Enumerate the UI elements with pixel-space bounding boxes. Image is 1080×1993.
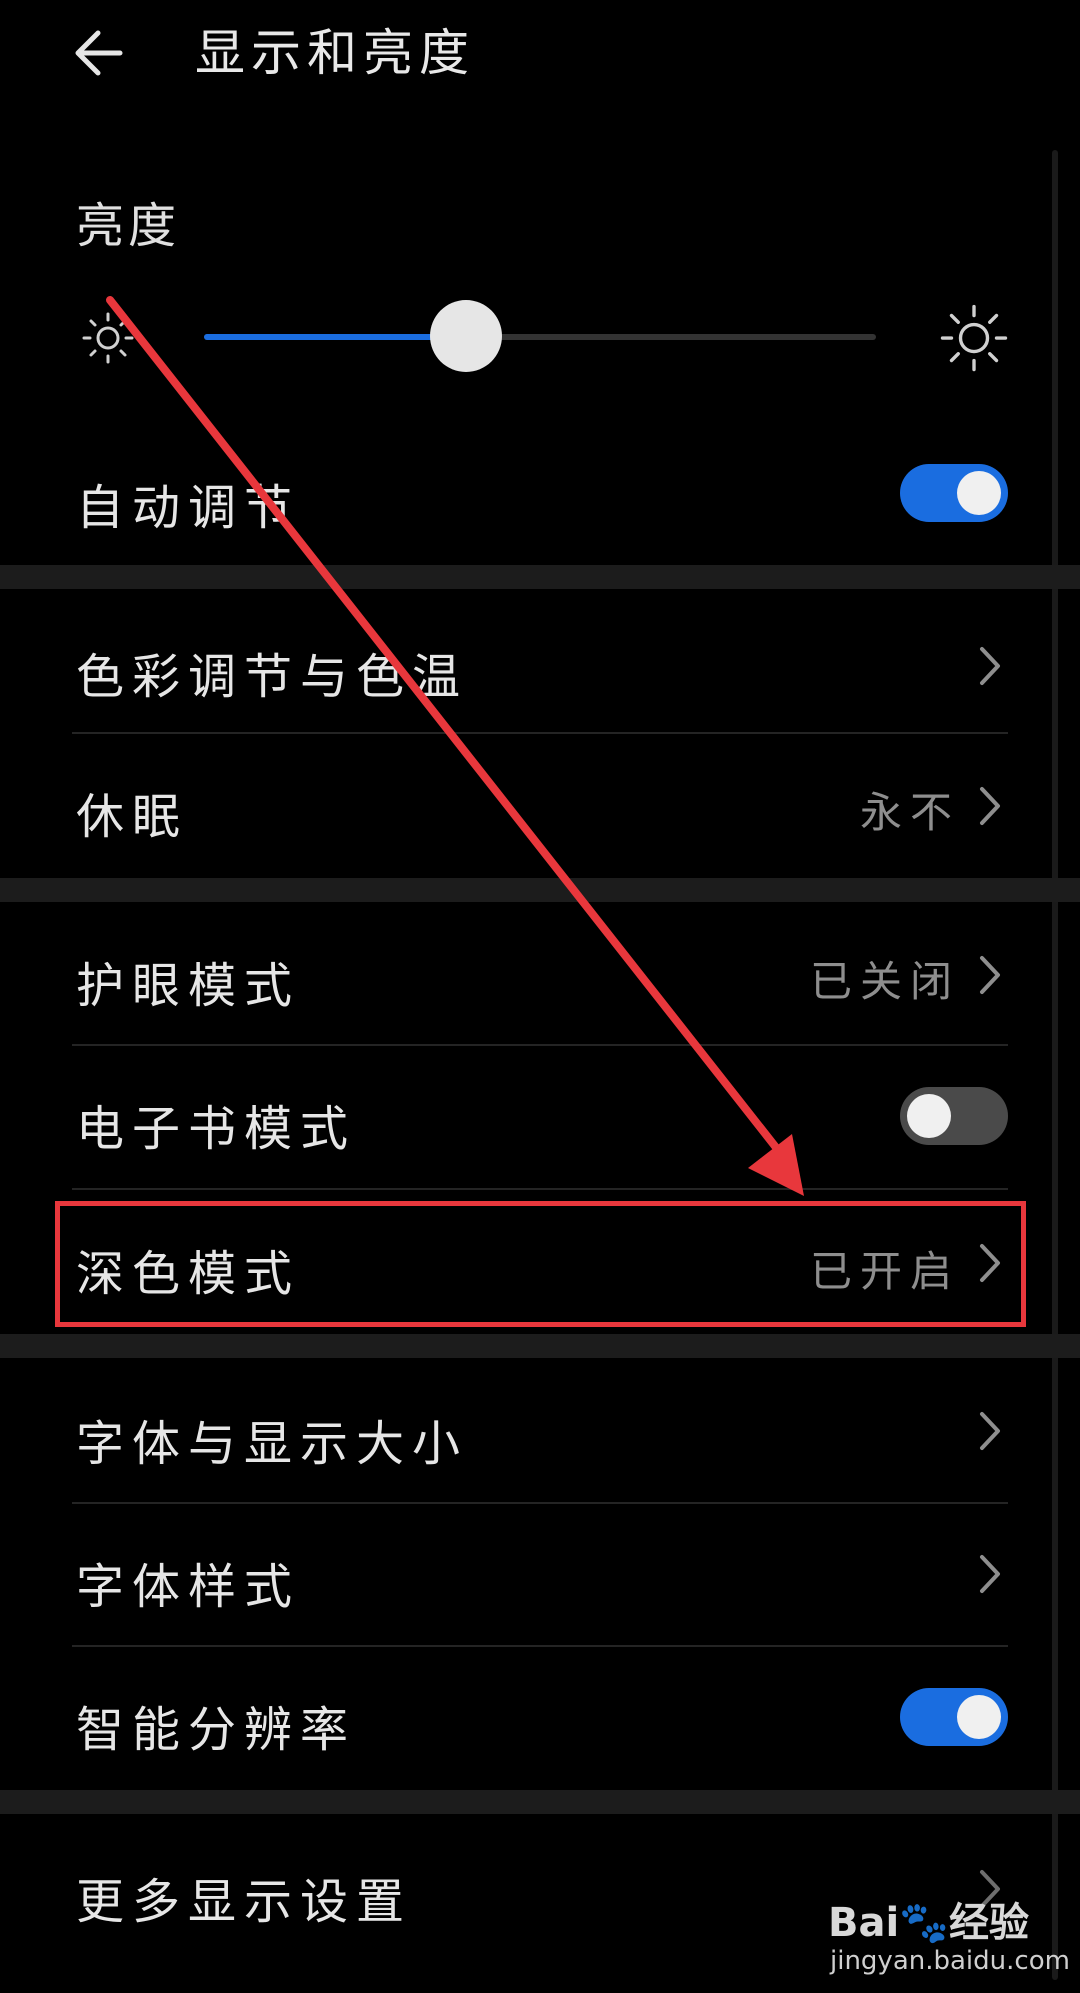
sleep-value: 永不 (859, 788, 960, 837)
auto-adjust-toggle[interactable] (900, 464, 1008, 522)
highlight-box (55, 1201, 1026, 1327)
back-arrow-icon[interactable] (70, 18, 140, 88)
smart-resolution-row[interactable]: 智能分辨率 (0, 1658, 1080, 1783)
auto-adjust-label: 自动调节 (76, 480, 301, 536)
toggle-knob (907, 1094, 951, 1138)
top-bar: 显示和亮度 (0, 0, 1080, 130)
ebook-row[interactable]: 电子书模式 (0, 1055, 1080, 1180)
section-gap (0, 565, 1080, 589)
divider (72, 732, 1008, 734)
watermark-logo: Bai🐾经验 (828, 1900, 1029, 1946)
chevron-right-icon (980, 956, 1000, 994)
section-gap (0, 1334, 1080, 1358)
divider (72, 1188, 1008, 1190)
divider (72, 1044, 1008, 1046)
more-display-label: 更多显示设置 (76, 1874, 413, 1930)
brightness-slider-fill (204, 334, 467, 340)
brightness-label: 亮度 (76, 198, 181, 254)
sleep-row[interactable]: 休眠 永不 (0, 745, 1080, 865)
chevron-right-icon (980, 1555, 1000, 1593)
chevron-right-icon (980, 647, 1000, 685)
sleep-label: 休眠 (76, 789, 189, 845)
eye-comfort-value: 已关闭 (809, 957, 960, 1006)
section-gap (0, 1790, 1080, 1814)
toggle-knob (957, 1695, 1001, 1739)
divider (72, 1645, 1008, 1647)
divider (72, 1502, 1008, 1504)
brightness-low-icon (82, 312, 134, 364)
color-temp-row[interactable]: 色彩调节与色温 (0, 605, 1080, 725)
eye-comfort-label: 护眼模式 (76, 958, 301, 1014)
eye-comfort-row[interactable]: 护眼模式 已关闭 (0, 912, 1080, 1032)
smart-resolution-toggle[interactable] (900, 1688, 1008, 1746)
font-size-row[interactable]: 字体与显示大小 (0, 1370, 1080, 1495)
section-gap (0, 878, 1080, 902)
font-size-label: 字体与显示大小 (76, 1416, 469, 1472)
ebook-label: 电子书模式 (76, 1101, 357, 1157)
ebook-toggle[interactable] (900, 1087, 1008, 1145)
font-style-row[interactable]: 字体样式 (0, 1515, 1080, 1640)
chevron-right-icon (980, 787, 1000, 825)
brightness-slider-thumb[interactable] (430, 300, 503, 372)
toggle-knob (957, 471, 1001, 515)
brightness-high-icon (940, 304, 1008, 372)
color-temp-label: 色彩调节与色温 (76, 649, 469, 705)
chevron-right-icon (980, 1412, 1000, 1450)
watermark-url: jingyan.baidu.com (830, 1946, 1070, 1976)
page-title: 显示和亮度 (195, 24, 475, 82)
smart-resolution-label: 智能分辨率 (76, 1702, 357, 1758)
auto-adjust-row[interactable]: 自动调节 (0, 440, 1080, 550)
font-style-label: 字体样式 (76, 1559, 301, 1615)
